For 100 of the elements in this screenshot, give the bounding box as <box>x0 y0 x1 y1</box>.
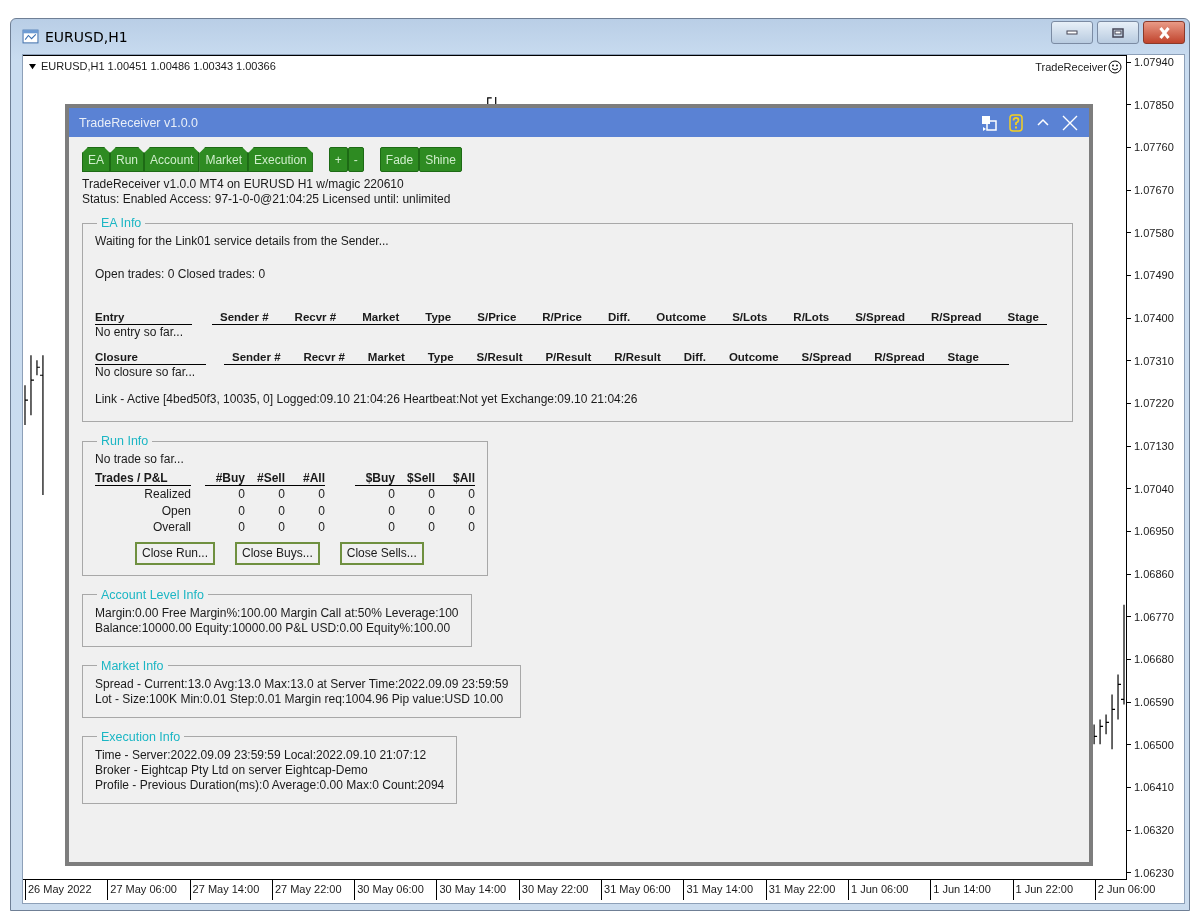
column-header: Outcome <box>656 310 707 324</box>
column-header: R/Spread <box>874 350 925 364</box>
price-label: 1.06770 <box>1134 609 1174 624</box>
tab-button[interactable]: Account <box>144 147 200 172</box>
column-header: $All <box>435 471 475 486</box>
table-cell-text: 0 <box>467 502 475 519</box>
price-label: 1.06590 <box>1134 695 1174 710</box>
row-label: Realized <box>143 486 191 503</box>
maximize-icon <box>1112 27 1124 38</box>
column-header: R/Lots <box>793 310 830 324</box>
info-text: Margin:0.00 Free Margin%:100.00 Margin Call at:50% Leverage:100 <box>95 605 459 621</box>
time-label: 26 May 2022 <box>28 883 92 895</box>
group-title: Execution Info <box>100 729 182 744</box>
column-header: S/Lots <box>732 310 768 324</box>
group-title: EA Info <box>100 216 143 230</box>
price-label: 1.07760 <box>1134 140 1174 155</box>
table-cell-text: 0 <box>317 519 325 536</box>
table-cell-text: 0 <box>427 486 435 503</box>
table-cell-text: 0 <box>317 502 325 519</box>
time-label: 1 Jun 06:00 <box>850 883 909 895</box>
price-label: 1.07310 <box>1134 353 1174 368</box>
column-header: #Buy <box>205 471 245 486</box>
tab-button[interactable]: Market <box>199 147 249 172</box>
price-label: 1.07670 <box>1134 183 1174 197</box>
price-label: 1.07850 <box>1134 97 1174 112</box>
minimize-button[interactable] <box>1051 21 1093 44</box>
toolbar-button[interactable]: + <box>328 147 348 172</box>
time-label: 27 May 14:00 <box>192 883 260 895</box>
info-text: Profile - Previous Duration(ms):0 Average:0.00 Max:0 Count:2094 <box>95 777 445 793</box>
panel-title: TradeReceiver v1.0.0 <box>79 115 199 130</box>
action-button[interactable]: Close Sells... <box>339 541 424 565</box>
column-header: $Sell <box>395 471 435 486</box>
column-header: #All <box>285 471 325 486</box>
chart-window-icon <box>22 28 39 45</box>
price-label: 1.07220 <box>1134 396 1174 411</box>
info-text: Balance:10000.00 Equity:10000.00 P&L USD:0.00 Equity%:100.00 <box>95 620 452 636</box>
tab-button[interactable]: EA <box>82 147 110 172</box>
column-header: S/Result <box>476 350 523 364</box>
table-cell-text: 0 <box>387 502 395 519</box>
column-header: $Buy <box>355 471 395 486</box>
time-label: 31 May 14:00 <box>686 883 754 895</box>
action-button[interactable]: Close Run... <box>135 541 216 565</box>
time-label: 31 May 06:00 <box>604 883 671 895</box>
column-header: Market <box>362 310 400 324</box>
column-header: R/Price <box>542 310 582 324</box>
chart-symbol-header: EURUSD,H1 1.00451 1.00486 1.00343 1.00366 <box>41 60 276 72</box>
column-header: S/Price <box>477 310 517 324</box>
column-header: Trades / P&L <box>95 471 191 486</box>
help-icon[interactable] <box>1007 113 1025 132</box>
column-header: Type <box>427 350 454 364</box>
info-text: Spread - Current:13.0 Avg:13.0 Max:13.0 at Server Time:2022.09.09 23:59:59 <box>95 676 509 692</box>
column-header: Type <box>425 310 452 324</box>
table-cell-text: 0 <box>237 486 245 503</box>
indicator-label: TradeReceiver <box>1035 61 1107 73</box>
close-icon[interactable] <box>1061 113 1079 132</box>
price-label: 1.06410 <box>1134 780 1174 795</box>
info-line: Status: Enabled Access: 97-1-0-0@21:04:25 Licensed until: unlimited <box>82 192 452 207</box>
table-cell-text: 0 <box>467 486 475 503</box>
tab-button[interactable]: Execution <box>248 147 313 172</box>
price-label: 1.07940 <box>1134 55 1174 69</box>
toolbar-button[interactable]: Shine <box>419 147 462 172</box>
toolbar-button[interactable]: Fade <box>379 147 420 172</box>
column-header: Sender # <box>232 350 281 364</box>
column-header: Diff. <box>683 350 707 364</box>
dropdown-triangle-icon[interactable] <box>28 62 37 70</box>
time-label: 27 May 22:00 <box>274 883 342 895</box>
time-label: 30 May 06:00 <box>357 883 424 895</box>
table-cell-text: 0 <box>277 502 285 519</box>
row-label: Overall <box>152 519 191 536</box>
column-header: Recvr # <box>303 350 345 364</box>
empty-message: No closure so far... <box>95 365 197 380</box>
time-label: 2 Jun 06:00 <box>1097 883 1156 895</box>
column-header: Entry <box>95 310 192 325</box>
column-header: Outcome <box>728 350 779 364</box>
price-label: 1.06950 <box>1134 524 1174 539</box>
status-text: Waiting for the Link01 service details from the Sender... <box>95 234 390 249</box>
column-header: R/Result <box>614 350 661 364</box>
status-text: No trade so far... <box>95 452 185 467</box>
minimize-icon <box>1066 30 1078 35</box>
action-button[interactable]: Close Buys... <box>235 541 320 565</box>
info-text: Lot - Size:100K Min:0.01 Step:0.01 Margin req:1004.96 Pip value:USD 10.00 <box>95 691 505 707</box>
close-icon <box>1158 26 1170 39</box>
column-header: Diff. <box>607 310 631 324</box>
column-header: #Sell <box>245 471 285 486</box>
squares-icon[interactable] <box>980 113 998 132</box>
link-status: Link - Active [4bed50f3, 10035, 0] Logged:09.10 21:04:26 Heartbeat:Not yet Exchange:09.10 21:04:26 <box>95 392 639 407</box>
close-button[interactable] <box>1143 21 1185 44</box>
tab-button[interactable]: Run <box>110 147 145 172</box>
column-header: Market <box>367 350 405 364</box>
table-cell-text: 0 <box>237 519 245 536</box>
maximize-button[interactable] <box>1097 21 1139 44</box>
price-label: 1.07130 <box>1134 439 1174 454</box>
status-text: Open trades: 0 Closed trades: 0 <box>95 267 267 282</box>
window-title: EURUSD,H1 <box>45 28 128 45</box>
table-cell-text: 0 <box>277 486 285 503</box>
group-title: Run Info <box>100 434 150 448</box>
column-header: S/Spread <box>855 310 905 324</box>
price-label: 1.07580 <box>1134 225 1174 240</box>
table-cell-text: 0 <box>427 519 435 536</box>
time-label: 1 Jun 22:00 <box>1015 883 1074 895</box>
